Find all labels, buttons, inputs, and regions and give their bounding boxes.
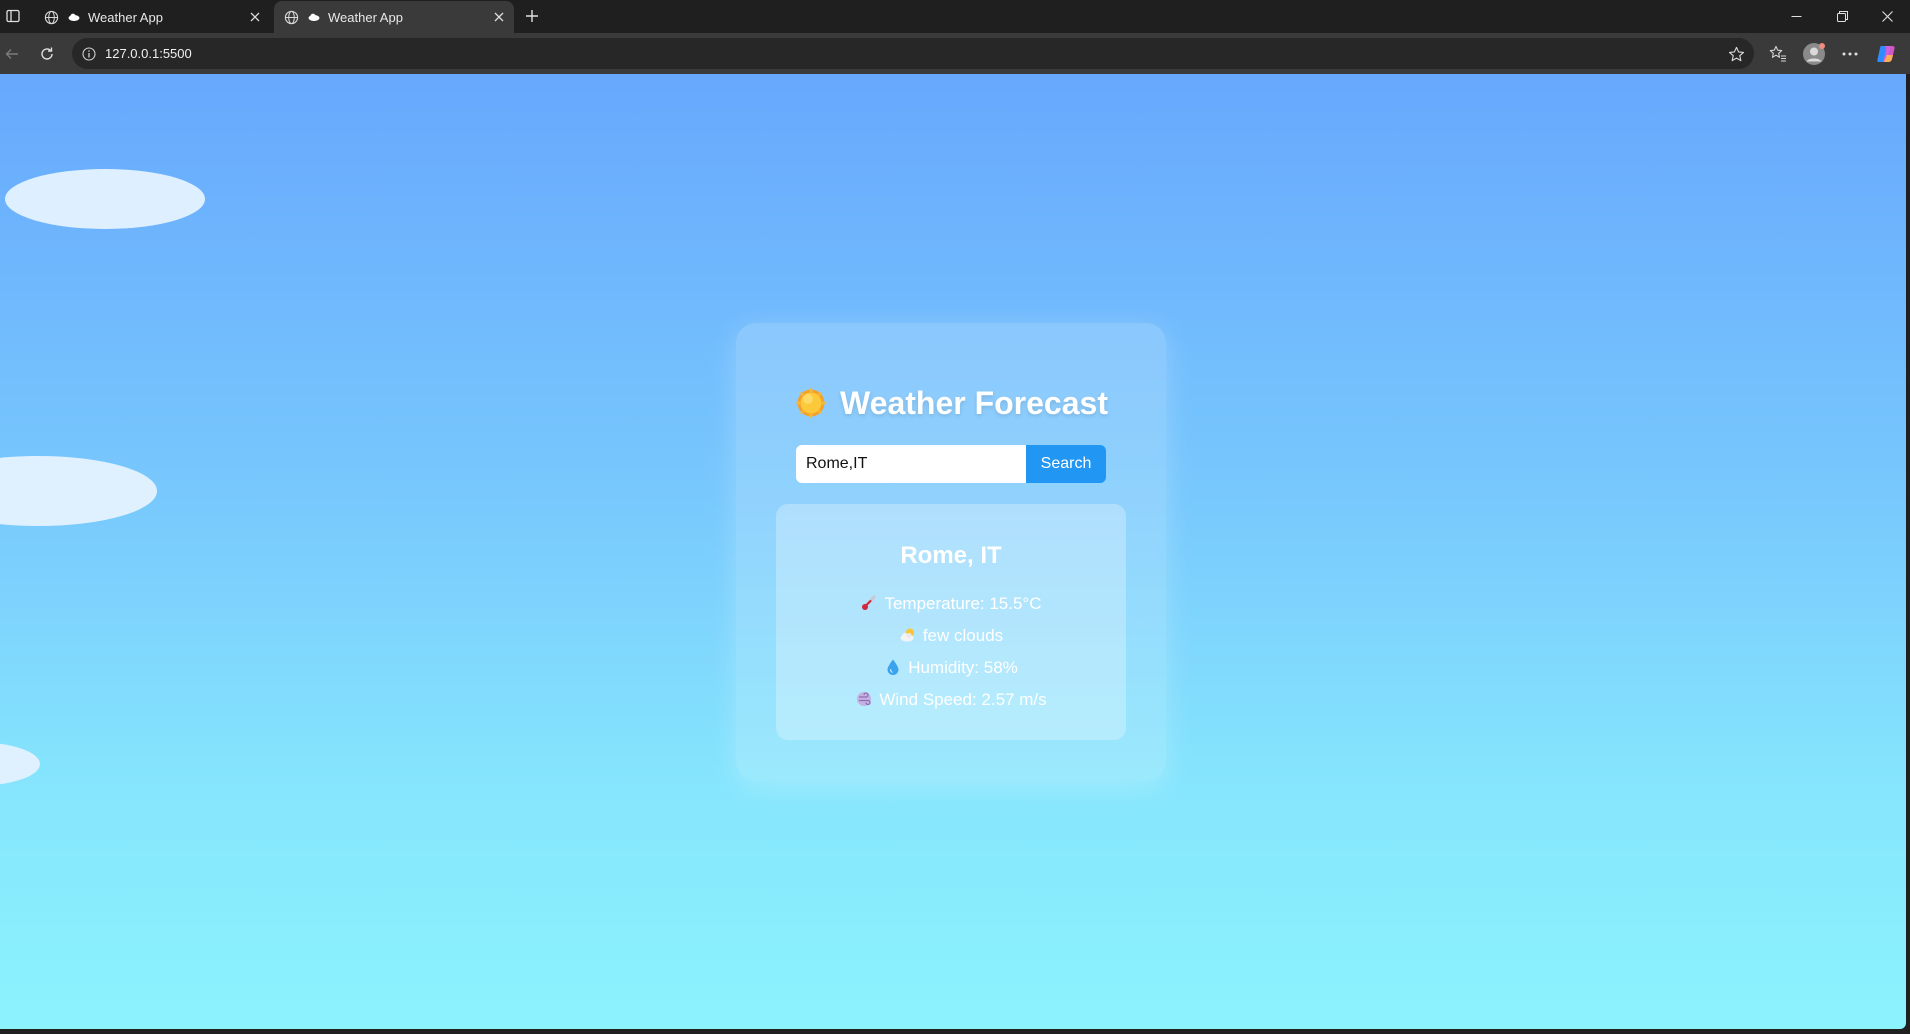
humidity-row: Humidity: 58% (776, 658, 1126, 678)
more-options-icon[interactable] (1837, 41, 1863, 67)
wind-row: Wind Speed: 2.57 m/s (776, 690, 1126, 710)
description-row: few clouds (776, 626, 1126, 646)
sun-icon (794, 386, 828, 420)
browser-tab-2-active[interactable]: Weather App (274, 1, 514, 33)
new-tab-icon[interactable] (520, 4, 544, 28)
close-tab-icon[interactable] (490, 8, 508, 26)
wind-icon (855, 690, 873, 708)
address-bar-row: 127.0.0.1:5500 (0, 33, 1910, 74)
weather-result-panel: Rome, IT Temperature: 15.5°C few clouds … (776, 504, 1126, 740)
temperature-text: Temperature: 15.5°C (884, 594, 1042, 613)
refresh-icon[interactable] (35, 42, 59, 66)
close-window-icon[interactable] (1864, 0, 1910, 33)
close-tab-icon[interactable] (246, 8, 264, 26)
restore-icon[interactable] (1819, 0, 1865, 33)
window-border (1906, 74, 1910, 1034)
temperature-row: Temperature: 15.5°C (776, 594, 1126, 614)
city-search-input[interactable] (796, 445, 1026, 483)
decorative-cloud (0, 456, 157, 526)
minimize-icon[interactable] (1773, 0, 1819, 33)
globe-icon (282, 8, 300, 26)
humidity-text: Humidity: 58% (908, 658, 1018, 677)
droplet-icon (884, 658, 902, 676)
url-text: 127.0.0.1:5500 (105, 46, 192, 61)
favorites-icon[interactable] (1765, 41, 1791, 67)
cloud-favicon-icon (68, 12, 82, 22)
decorative-cloud (5, 169, 205, 229)
weather-card: Weather Forecast Search Rome, IT Tempera… (736, 323, 1166, 781)
globe-icon (42, 8, 60, 26)
thermometer-icon (860, 594, 878, 612)
cloud-favicon-icon (308, 12, 322, 22)
tab-bar: Weather App Weather App (0, 0, 1910, 33)
tab-title: Weather App (88, 9, 163, 25)
url-bar[interactable]: 127.0.0.1:5500 (72, 38, 1754, 69)
weather-description: few clouds (922, 626, 1004, 645)
back-icon[interactable] (0, 42, 24, 66)
site-info-icon[interactable] (80, 45, 97, 62)
sidebar-toggle-icon[interactable] (2, 5, 24, 27)
tab-title: Weather App (328, 9, 403, 25)
app-title-text: Weather Forecast (840, 385, 1108, 421)
favorite-star-icon[interactable] (1726, 44, 1746, 64)
wind-speed-text: Wind Speed: 2.57 m/s (879, 690, 1047, 709)
decorative-cloud (0, 742, 40, 786)
cloud-sun-icon (899, 626, 917, 644)
search-button[interactable]: Search (1026, 445, 1106, 483)
browser-tab-1[interactable]: Weather App (34, 1, 270, 33)
window-border (0, 1029, 1910, 1034)
search-form: Search (796, 445, 1106, 483)
app-title: Weather Forecast (736, 385, 1166, 422)
page-viewport: Weather Forecast Search Rome, IT Tempera… (0, 74, 1906, 1029)
city-name: Rome, IT (900, 542, 1002, 569)
copilot-icon[interactable] (1873, 41, 1899, 67)
profile-avatar-icon[interactable] (1801, 41, 1827, 67)
